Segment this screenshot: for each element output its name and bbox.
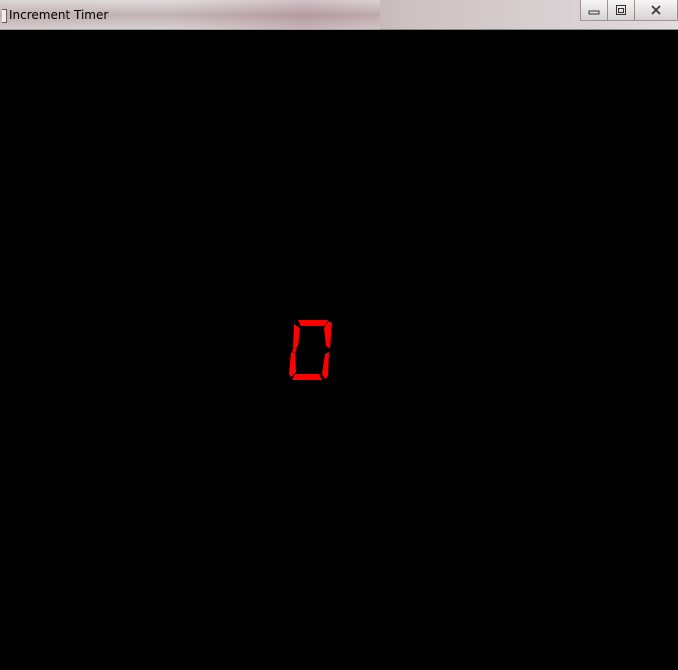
restore-icon xyxy=(615,4,627,16)
segment-e xyxy=(289,352,296,377)
window-title: Increment Timer xyxy=(9,8,109,22)
segment-d xyxy=(292,374,322,380)
seven-segment-digit xyxy=(289,320,332,380)
segment-g xyxy=(294,348,327,352)
close-button[interactable] xyxy=(634,0,678,21)
title-bar[interactable]: Increment Timer xyxy=(0,0,678,30)
timer-digit-display xyxy=(288,318,334,382)
maximize-button[interactable] xyxy=(607,0,635,21)
window-controls xyxy=(580,0,678,22)
segment-notch xyxy=(292,347,297,353)
timer-canvas xyxy=(0,30,678,670)
minimize-icon xyxy=(588,5,600,15)
close-icon xyxy=(650,4,662,16)
segment-f xyxy=(293,324,300,349)
minimize-button[interactable] xyxy=(580,0,608,21)
app-icon[interactable] xyxy=(2,9,7,23)
app-window: Increment Timer xyxy=(0,0,678,670)
segment-c xyxy=(322,352,329,379)
segment-a xyxy=(298,320,328,326)
